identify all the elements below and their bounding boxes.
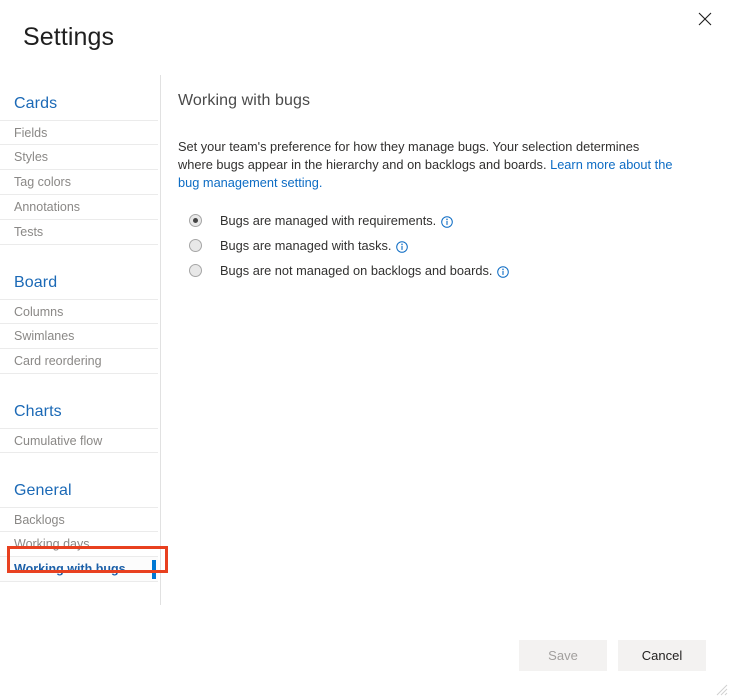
settings-sidebar: Cards Fields Styles Tag colors Annotations Te… bbox=[0, 84, 158, 605]
info-icon[interactable] bbox=[497, 266, 509, 278]
sidebar-item-working-with-bugs[interactable]: Working with bugs bbox=[0, 557, 158, 582]
sidebar-item-tag-colors[interactable]: Tag colors bbox=[0, 170, 158, 195]
sidebar-item-label: Cumulative flow bbox=[14, 434, 102, 448]
sidebar-item-label: Backlogs bbox=[14, 513, 65, 527]
sidebar-group-header-board: Board bbox=[0, 263, 158, 299]
sidebar-item-swimlanes[interactable]: Swimlanes bbox=[0, 324, 158, 349]
sidebar-item-working-days[interactable]: Working days bbox=[0, 532, 158, 557]
sidebar-group-gap bbox=[0, 245, 158, 263]
sidebar-group-header-cards: Cards bbox=[0, 84, 158, 120]
sidebar-item-label: Columns bbox=[14, 305, 63, 319]
radio-option-label: Bugs are managed with tasks. bbox=[220, 238, 391, 253]
save-button[interactable]: Save bbox=[519, 640, 607, 671]
sidebar-item-label: Styles bbox=[14, 150, 48, 164]
sidebar-selection-bar bbox=[152, 560, 156, 579]
content-description: Set your team's preference for how they … bbox=[178, 138, 673, 192]
sidebar-group-general: General Backlogs Working days Working with … bbox=[0, 471, 158, 582]
settings-dialog: Settings Cards Fields Styles Tag colors Anno… bbox=[0, 0, 730, 698]
sidebar-group-header-general: General bbox=[0, 471, 158, 507]
radio-option-2[interactable]: Bugs are managed with tasks. bbox=[189, 235, 678, 256]
sidebar-item-styles[interactable]: Styles bbox=[0, 145, 158, 170]
sidebar-item-cumulative-flow[interactable]: Cumulative flow bbox=[0, 428, 158, 453]
resize-grip-icon[interactable] bbox=[714, 682, 728, 696]
sidebar-divider bbox=[160, 75, 161, 605]
sidebar-item-label: Fields bbox=[14, 126, 47, 140]
settings-content-panel: Working with bugs Set your team's prefer… bbox=[178, 92, 678, 285]
sidebar-item-label: Working days bbox=[14, 537, 90, 551]
radio-option-1[interactable]: Bugs are managed with requirements. bbox=[189, 210, 678, 231]
radio-option-label: Bugs are not managed on backlogs and boa… bbox=[220, 263, 492, 278]
sidebar-item-backlogs[interactable]: Backlogs bbox=[0, 507, 158, 532]
info-icon[interactable] bbox=[396, 241, 408, 253]
sidebar-item-columns[interactable]: Columns bbox=[0, 299, 158, 324]
sidebar-item-label: Swimlanes bbox=[14, 329, 74, 343]
sidebar-group-cards: Cards Fields Styles Tag colors Annotations Te… bbox=[0, 84, 158, 245]
sidebar-item-label: Tag colors bbox=[14, 175, 71, 189]
sidebar-group-charts: Charts Cumulative flow bbox=[0, 392, 158, 453]
sidebar-item-label: Tests bbox=[14, 225, 43, 239]
sidebar-item-card-reordering[interactable]: Card reordering bbox=[0, 349, 158, 374]
sidebar-item-annotations[interactable]: Annotations bbox=[0, 195, 158, 220]
dialog-footer: Save Cancel bbox=[519, 640, 706, 671]
cancel-button[interactable]: Cancel bbox=[618, 640, 706, 671]
radio-button-3[interactable] bbox=[189, 264, 202, 277]
sidebar-group-gap bbox=[0, 374, 158, 392]
radio-option-label: Bugs are managed with requirements. bbox=[220, 213, 436, 228]
sidebar-item-fields[interactable]: Fields bbox=[0, 120, 158, 145]
sidebar-group-gap bbox=[0, 453, 158, 471]
radio-button-2[interactable] bbox=[189, 239, 202, 252]
close-icon[interactable] bbox=[690, 4, 720, 34]
page-title: Settings bbox=[23, 22, 114, 52]
sidebar-group-board: Board Columns Swimlanes Card reordering bbox=[0, 263, 158, 374]
info-icon[interactable] bbox=[441, 216, 453, 228]
bug-management-radio-group: Bugs are managed with requirements. Bugs … bbox=[189, 210, 678, 281]
radio-button-1[interactable] bbox=[189, 214, 202, 227]
sidebar-group-header-charts: Charts bbox=[0, 392, 158, 428]
sidebar-item-tests[interactable]: Tests bbox=[0, 220, 158, 245]
sidebar-item-label: Working with bugs bbox=[14, 562, 126, 576]
content-title: Working with bugs bbox=[178, 92, 678, 110]
sidebar-item-label: Annotations bbox=[14, 200, 80, 214]
radio-option-3[interactable]: Bugs are not managed on backlogs and boa… bbox=[189, 260, 678, 281]
sidebar-item-label: Card reordering bbox=[14, 354, 102, 368]
